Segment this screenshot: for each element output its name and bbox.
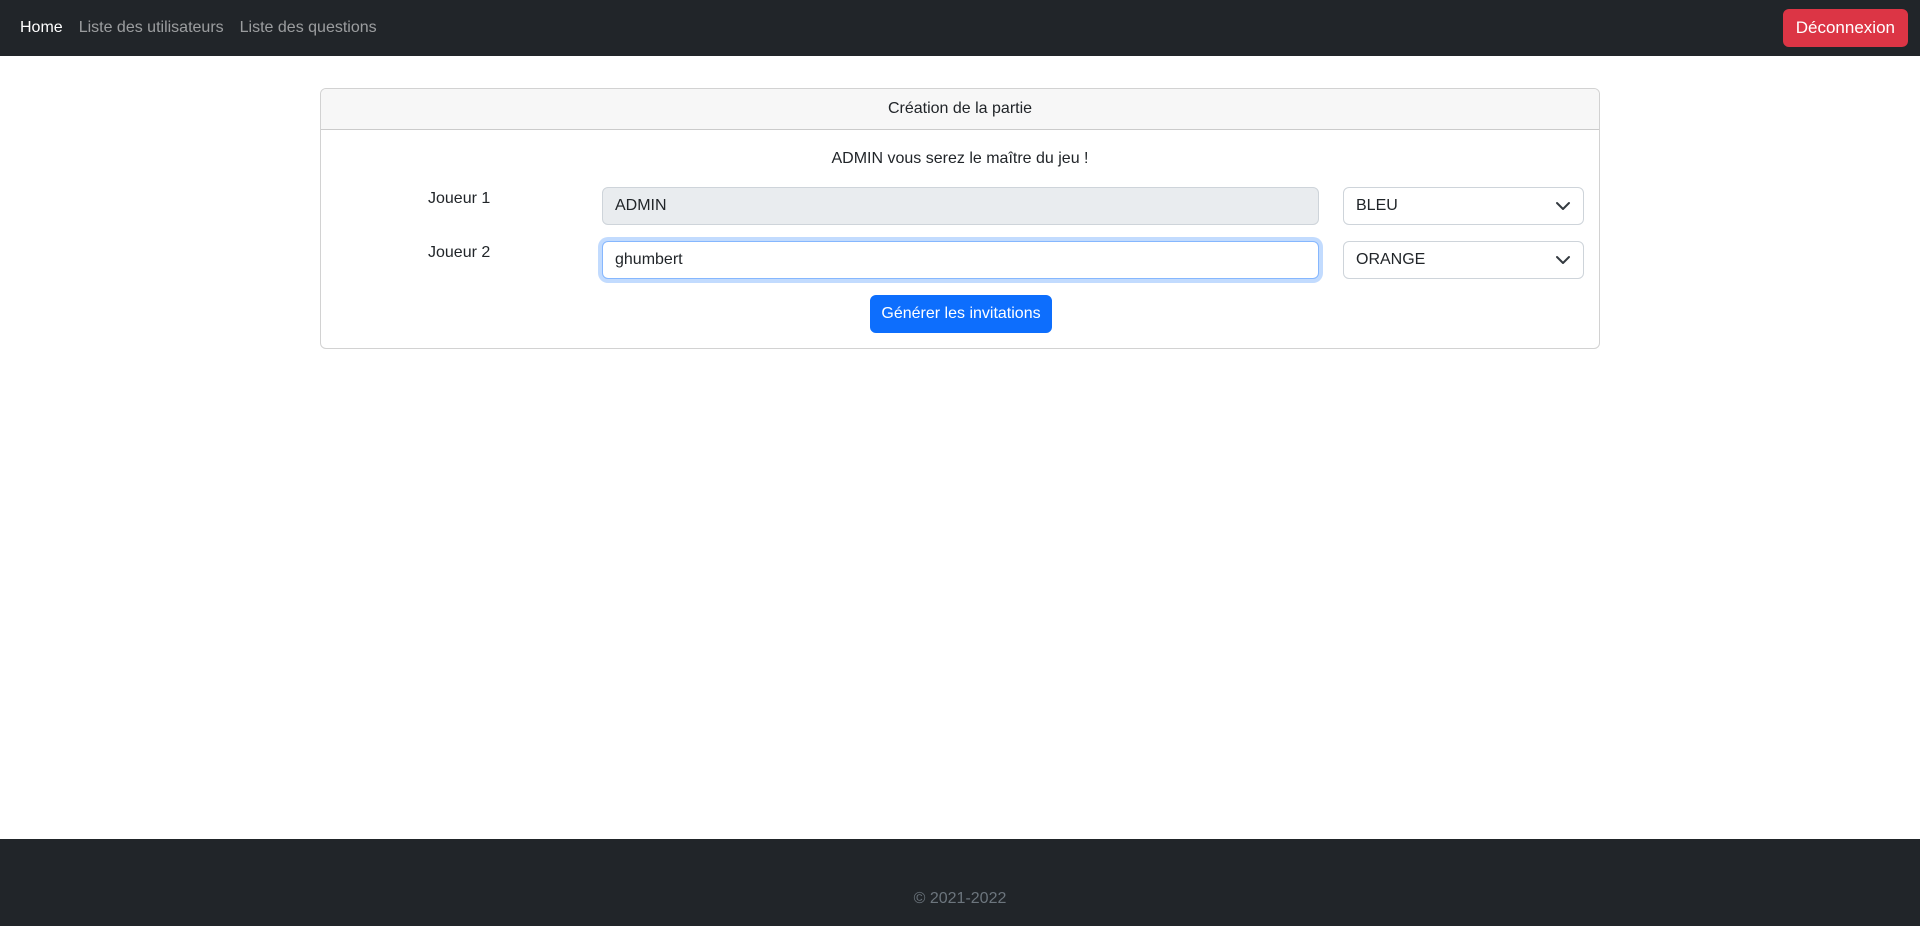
card-title: Création de la partie [321, 89, 1599, 130]
player1-color-value: BLEU [1356, 197, 1398, 214]
player1-input[interactable] [602, 187, 1319, 225]
player1-color-select[interactable]: BLEU [1343, 187, 1584, 225]
player2-color-select[interactable]: ORANGE [1343, 241, 1584, 279]
player2-label: Joueur 2 [428, 244, 491, 261]
top-navbar: Home Liste des utilisateurs Liste des qu… [0, 0, 1920, 56]
copyright-text: © 2021-2022 [913, 890, 1007, 907]
player2-color-value: ORANGE [1356, 251, 1426, 268]
player2-input[interactable] [602, 241, 1319, 279]
generate-invitations-button[interactable]: Générer les invitations [870, 295, 1052, 333]
player1-label: Joueur 1 [428, 190, 491, 207]
chevron-down-icon [1556, 202, 1570, 210]
game-master-notice: ADMIN vous serez le maître du jeu ! [831, 150, 1089, 167]
page-footer: © 2021-2022 [0, 839, 1920, 926]
chevron-down-icon [1556, 256, 1570, 264]
logout-button[interactable]: Déconnexion [1782, 9, 1908, 47]
nav-link-questions[interactable]: Liste des questions [240, 19, 377, 37]
game-creation-card: Création de la partie ADMIN vous serez l… [320, 88, 1600, 349]
nav-link-home[interactable]: Home [20, 19, 63, 37]
nav-link-users[interactable]: Liste des utilisateurs [79, 19, 224, 37]
